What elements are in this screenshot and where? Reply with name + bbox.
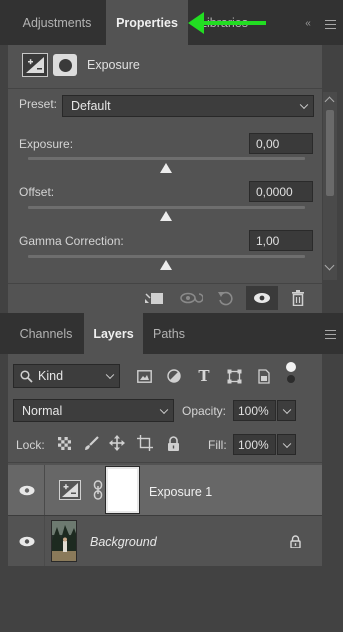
background-thumbnail: [51, 520, 77, 562]
layers-options-divider: [8, 462, 322, 463]
adjustment-thumbnail-icon: [59, 480, 81, 500]
pixel-layer-filter-icon[interactable]: [134, 366, 154, 386]
tab-adjustments-label: Adjustments: [22, 15, 92, 30]
fill-label: Fill:: [208, 438, 227, 452]
gamma-slider-thumb[interactable]: [160, 260, 172, 270]
blend-mode-select[interactable]: Normal: [13, 399, 174, 422]
layer-filter-value: Kind: [38, 369, 64, 383]
exposure-slider-track[interactable]: [28, 157, 305, 160]
header-divider: [8, 88, 322, 89]
layers-panel-menu-icon[interactable]: [325, 330, 336, 339]
filter-toggle-icon[interactable]: [286, 362, 296, 384]
tab-layers-label: Layers: [93, 326, 134, 341]
shape-layer-filter-icon[interactable]: [224, 366, 244, 386]
chevron-down-icon: [105, 370, 115, 380]
preset-select[interactable]: Default: [62, 95, 314, 117]
properties-scrollbar[interactable]: [323, 92, 337, 280]
eye-icon[interactable]: [250, 289, 274, 307]
properties-title: Exposure: [87, 58, 140, 72]
properties-panel: [8, 45, 322, 313]
offset-label: Offset:: [19, 185, 55, 199]
opacity-input[interactable]: 100%: [233, 400, 276, 421]
scroll-down-icon[interactable]: [324, 260, 335, 271]
type-layer-filter-icon[interactable]: T: [194, 366, 214, 386]
properties-footer-divider: [8, 283, 322, 284]
exposure-label: Exposure:: [19, 137, 74, 151]
gamma-slider-track[interactable]: [28, 255, 305, 258]
lock-label: Lock:: [16, 438, 45, 452]
offset-slider-thumb[interactable]: [160, 211, 172, 221]
chevron-down-icon: [282, 439, 292, 448]
opacity-dropdown[interactable]: [277, 400, 296, 421]
chevron-down-icon: [159, 405, 169, 414]
tab-channels-label: Channels: [19, 326, 73, 341]
offset-input[interactable]: 0,0000: [249, 181, 313, 202]
tab-adjustments[interactable]: Adjustments: [8, 0, 106, 45]
layer-name[interactable]: Background: [90, 535, 157, 549]
eye-icon[interactable]: [16, 481, 38, 499]
exposure-input[interactable]: 0,00: [249, 133, 313, 154]
layer-filter-select[interactable]: Kind: [13, 364, 120, 388]
chevron-down-icon: [299, 100, 309, 110]
clip-to-layer-icon[interactable]: [142, 289, 166, 307]
gamma-label: Gamma Correction:: [19, 234, 124, 248]
chevron-down-icon: [282, 405, 292, 414]
lock-artboard-icon[interactable]: [136, 434, 154, 452]
lock-icon: [288, 533, 302, 549]
tab-paths-label: Paths: [153, 326, 185, 341]
scroll-up-icon[interactable]: [324, 96, 335, 107]
tab-paths[interactable]: Paths: [143, 313, 195, 354]
chain-link-icon[interactable]: [92, 478, 104, 502]
close-panel-icon[interactable]: «: [298, 15, 318, 31]
fill-input[interactable]: 100%: [233, 434, 276, 455]
layer-row-divider: [44, 516, 45, 566]
properties-tab-bar: Adjustments Properties Libraries «: [0, 0, 343, 45]
panel-menu-icon[interactable]: [325, 20, 336, 29]
annotation-arrow-icon: [188, 12, 266, 34]
view-previous-state-icon[interactable]: [178, 289, 204, 307]
eye-icon[interactable]: [16, 532, 38, 550]
lock-all-icon[interactable]: [165, 434, 181, 452]
search-icon: [20, 370, 33, 383]
gamma-input[interactable]: 1,00: [249, 230, 313, 251]
scroll-thumb[interactable]: [326, 110, 334, 196]
lock-transparent-pixels-icon[interactable]: [56, 435, 72, 451]
tab-properties-label: Properties: [116, 15, 178, 30]
exposure-slider-thumb[interactable]: [160, 163, 172, 173]
adjustment-layer-icon: [22, 53, 48, 77]
layer-mask-icon[interactable]: [53, 54, 77, 76]
smart-object-filter-icon[interactable]: [254, 366, 274, 386]
fill-dropdown[interactable]: [277, 434, 296, 455]
tab-layers[interactable]: Layers: [84, 313, 143, 354]
offset-slider-track[interactable]: [28, 206, 305, 209]
layer-name[interactable]: Exposure 1: [149, 485, 212, 499]
adjustment-layer-filter-icon[interactable]: [164, 366, 184, 386]
lock-image-pixels-icon[interactable]: [82, 434, 100, 452]
delete-icon[interactable]: [288, 289, 308, 307]
layers-tab-bar: Channels Layers Paths: [0, 313, 343, 354]
preset-label: Preset:: [19, 97, 58, 111]
layer-row-divider: [44, 465, 45, 515]
opacity-label: Opacity:: [182, 404, 227, 418]
reset-icon[interactable]: [215, 289, 237, 307]
empty-dock-area: [0, 566, 343, 632]
tab-channels[interactable]: Channels: [8, 313, 84, 354]
tab-properties[interactable]: Properties: [106, 0, 188, 45]
blend-mode-value: Normal: [22, 403, 63, 418]
lock-position-icon[interactable]: [108, 434, 126, 452]
layer-mask-thumbnail[interactable]: [105, 466, 140, 514]
preset-value: Default: [71, 99, 111, 113]
